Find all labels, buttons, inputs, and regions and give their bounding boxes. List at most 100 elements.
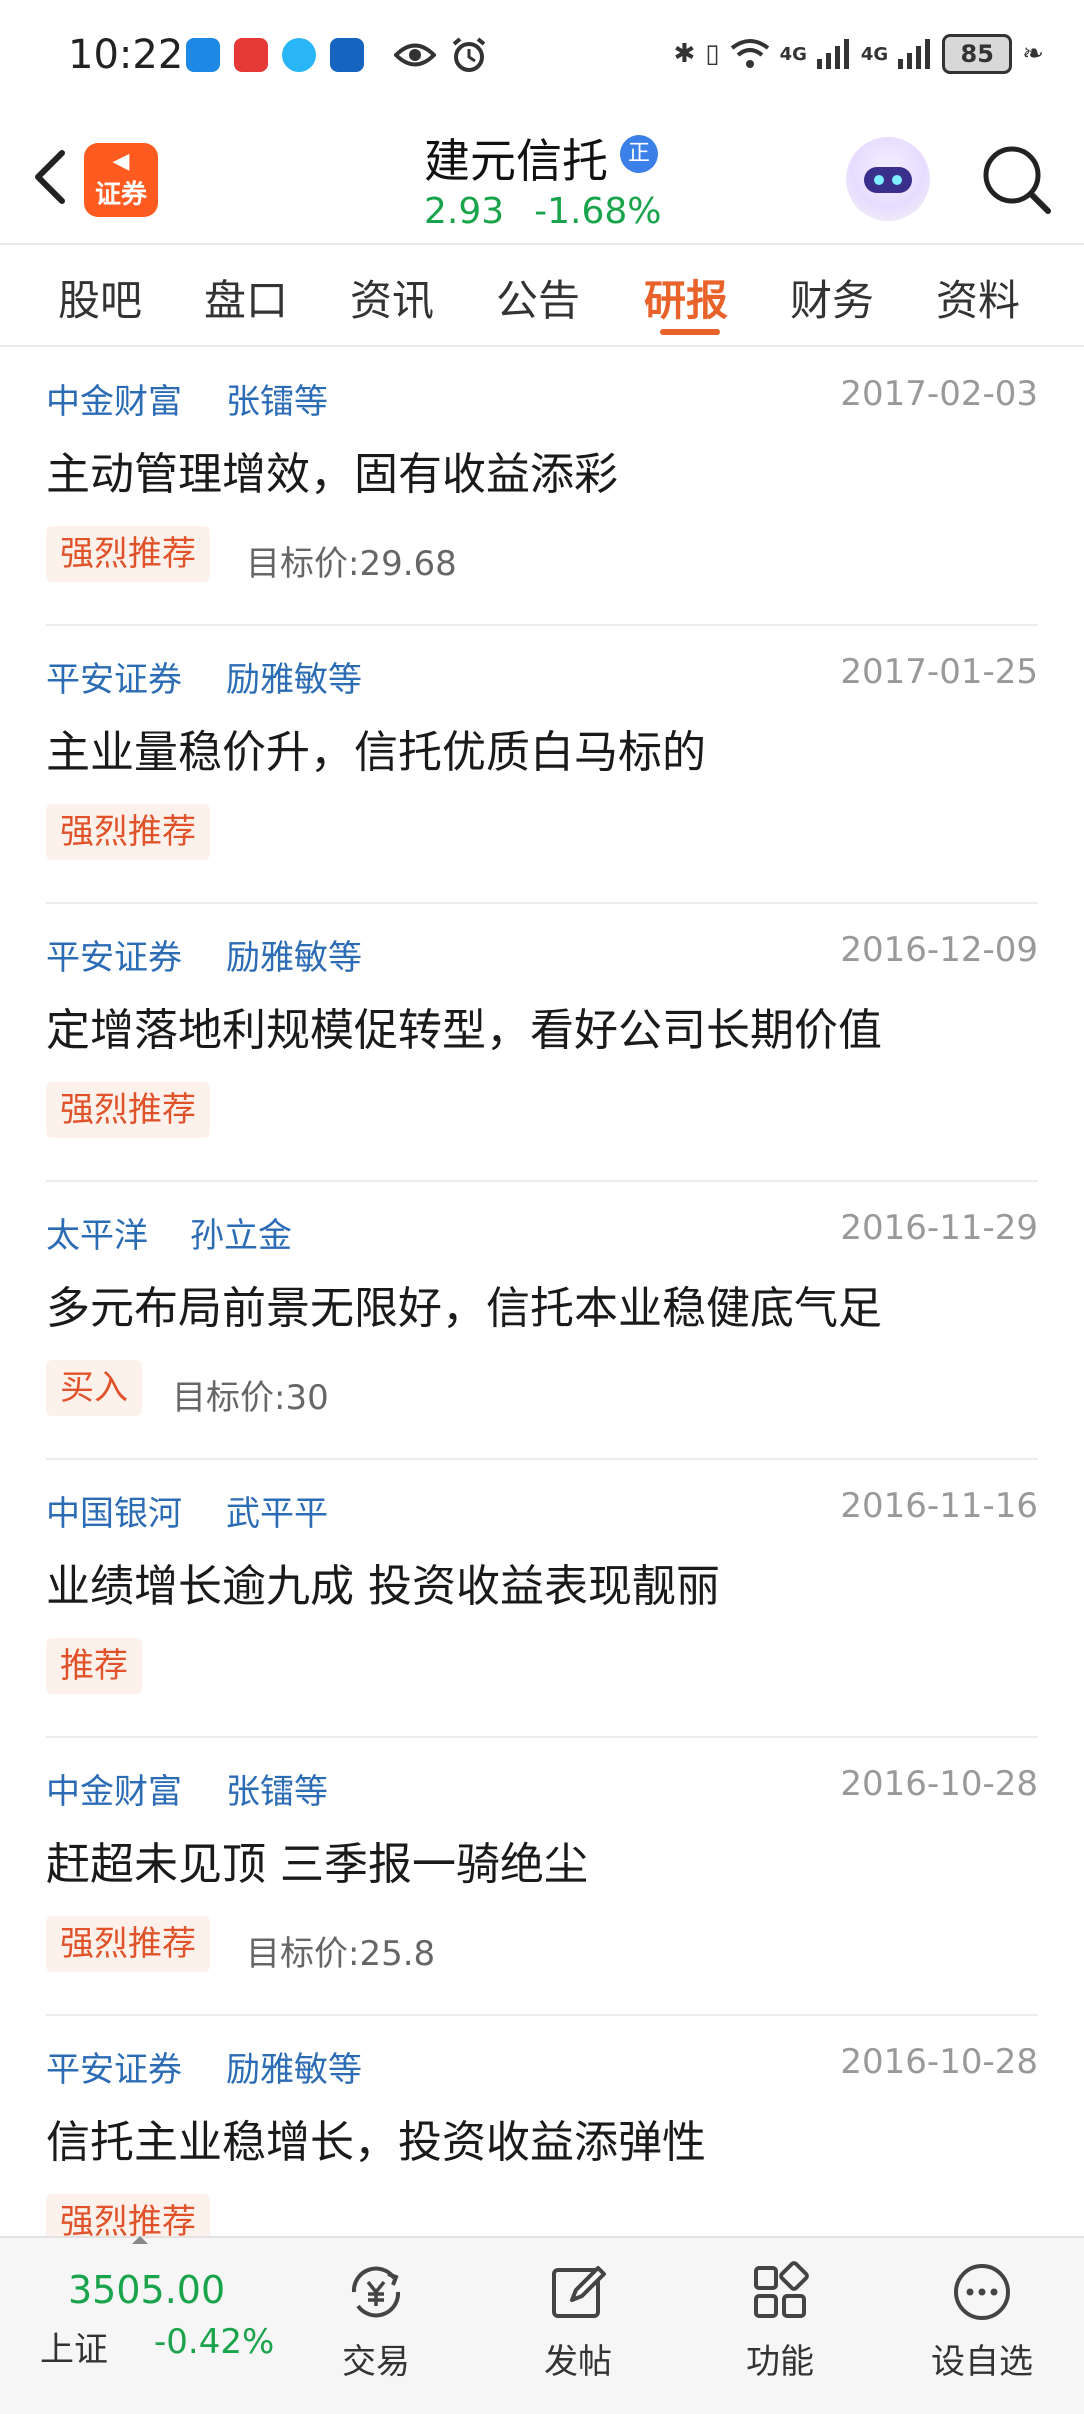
stock-price: 2.93 (424, 191, 505, 232)
stock-change: -1.68% (534, 191, 662, 232)
report-item[interactable]: 太平洋 孙立金 2016-11-29 多元布局前景无限好，信托本业稳健底气足 买… (0, 1182, 1084, 1460)
report-author: 孙立金 (190, 1216, 292, 1256)
target-price: 目标价:29.68 (246, 544, 457, 584)
report-date: 2016-10-28 (840, 1764, 1038, 1804)
report-title: 定增落地利规模促转型，看好公司长期价值 (46, 1005, 882, 1056)
report-title: 多元布局前景无限好，信托本业稳健底气足 (46, 1283, 882, 1334)
report-author: 励雅敏等 (226, 938, 362, 978)
robot-face (864, 167, 912, 193)
target-price: 目标价:30 (172, 1378, 329, 1418)
app-notification-icon (234, 38, 268, 72)
tab-announcements[interactable]: 公告 (496, 267, 580, 328)
rating-tag: 强烈推荐 (46, 1916, 210, 1972)
report-item[interactable]: 平安证券 励雅敏等 2017-01-25 主业量稳价升，信托优质白马标的 强烈推… (0, 626, 1084, 904)
signal-icon (898, 39, 931, 69)
wifi-icon (730, 39, 769, 68)
report-org: 平安证券 (46, 660, 182, 700)
tab-research[interactable]: 研报 (644, 267, 728, 328)
report-author: 张镭等 (226, 382, 328, 422)
more-icon (954, 2264, 1010, 2320)
trade-icon (351, 2266, 401, 2318)
rating-tag: 推荐 (46, 1638, 142, 1694)
stock-quote: 2.93 -1.68% (424, 191, 692, 232)
logo-text: 证券 (94, 180, 147, 210)
back-icon[interactable] (28, 145, 72, 209)
report-date: 2016-10-28 (840, 2042, 1038, 2082)
report-org: 中金财富 (46, 1772, 182, 1812)
tab-pankou[interactable]: 盘口 (204, 267, 288, 328)
tab-guba[interactable]: 股吧 (58, 267, 142, 328)
report-author: 张镭等 (226, 1772, 328, 1812)
status-right: ✱ ▯ 4G 4G 85 ❧ (673, 34, 1044, 74)
functions-label: 功能 (746, 2342, 814, 2382)
index-name: 上证 (40, 2330, 108, 2370)
robot-eye (892, 175, 902, 185)
report-item[interactable]: 中金财富 张镭等 2017-02-03 主动管理增效，固有收益添彩 强烈推荐 目… (0, 348, 1084, 626)
bluetooth-icon: ✱ (673, 39, 696, 69)
rating-tag: 强烈推荐 (46, 804, 210, 860)
app-notification-icon (282, 38, 316, 72)
tab-bar: 股吧 盘口 资讯 公告 研报 财务 资料 (0, 245, 1084, 345)
report-title: 业绩增长逾九成 投资收益表现靓丽 (46, 1561, 720, 1612)
rating-tag: 强烈推荐 (46, 1082, 210, 1138)
index-change: -0.42% (154, 2322, 275, 2362)
report-org: 太平洋 (46, 1216, 148, 1256)
report-author: 武平平 (226, 1494, 328, 1534)
expand-up-icon[interactable] (132, 2236, 148, 2244)
stock-name: 建元信托 (424, 134, 608, 188)
post-button[interactable]: 发帖 (508, 2250, 648, 2400)
status-time: 10:22 (68, 32, 184, 78)
report-org: 中国银河 (46, 1494, 182, 1534)
report-item[interactable]: 中金财富 张镭等 2016-10-28 赶超未见顶 三季报一骑绝尘 强烈推荐 目… (0, 1738, 1084, 2016)
app-notification-icon (186, 38, 220, 72)
status-bar: 10:22 ✱ ▯ 4G 4G 85 ❧ (0, 0, 1084, 110)
report-org: 中金财富 (46, 382, 182, 422)
report-date: 2017-01-25 (840, 652, 1038, 692)
post-icon (552, 2266, 606, 2318)
report-date: 2016-11-29 (840, 1208, 1038, 1248)
post-label: 发帖 (544, 2342, 612, 2382)
tab-profile[interactable]: 资料 (936, 267, 1020, 328)
logo-mark: ◀ (112, 149, 130, 174)
report-date: 2016-11-16 (840, 1486, 1038, 1526)
add-watchlist-label: 设自选 (931, 2342, 1033, 2382)
rating-tag: 买入 (46, 1360, 142, 1416)
report-title: 赶超未见顶 三季报一骑绝尘 (46, 1839, 588, 1890)
report-title: 信托主业稳增长，投资收益添弹性 (46, 2117, 706, 2168)
trade-label: 交易 (342, 2342, 410, 2382)
app-notification-icon (330, 38, 364, 72)
active-tab-indicator (660, 329, 720, 335)
tab-news[interactable]: 资讯 (350, 267, 434, 328)
report-date: 2017-02-03 (840, 374, 1038, 414)
leaf-icon: ❧ (1022, 39, 1044, 69)
network-type-2: 4G (860, 43, 889, 65)
notification-icons (186, 38, 364, 72)
assistant-robot-icon[interactable] (846, 137, 930, 221)
bottom-toolbar: 3505.00 上证 -0.42% 交易 发帖 功能 设自选 (0, 2236, 1084, 2414)
report-item[interactable]: 中国银河 武平平 2016-11-16 业绩增长逾九成 投资收益表现靓丽 推荐 (0, 1460, 1084, 1738)
signal-icon (816, 39, 849, 69)
report-item[interactable]: 平安证券 励雅敏等 2016-12-09 定增落地利规模促转型，看好公司长期价值… (0, 904, 1084, 1182)
add-watchlist-button[interactable]: 设自选 (912, 2250, 1052, 2400)
target-price: 目标价:25.8 (246, 1934, 436, 1974)
rating-tag: 强烈推荐 (46, 526, 210, 582)
trade-button[interactable]: 交易 (306, 2250, 446, 2400)
eye-icon (394, 43, 436, 67)
search-icon[interactable] (978, 141, 1054, 217)
robot-eye (874, 175, 884, 185)
report-date: 2016-12-09 (840, 930, 1038, 970)
report-title: 主动管理增效，固有收益添彩 (46, 449, 618, 500)
vibrate-icon: ▯ (705, 39, 720, 69)
tabs-divider (0, 345, 1084, 347)
functions-button[interactable]: 功能 (710, 2250, 850, 2400)
report-author: 励雅敏等 (226, 660, 362, 700)
network-type-1: 4G (779, 43, 807, 65)
battery-level: 85 (942, 34, 1013, 74)
alarm-icon (452, 37, 486, 72)
index-value: 3505.00 (68, 2268, 226, 2312)
report-org: 平安证券 (46, 2050, 182, 2090)
stock-header: ◀ 证券 建元信托 正 2.93 -1.68% (0, 115, 1084, 245)
report-title: 主业量稳价升，信托优质白马标的 (46, 727, 706, 778)
securities-logo[interactable]: ◀ 证券 (84, 143, 158, 217)
tab-finance[interactable]: 财务 (790, 267, 874, 328)
